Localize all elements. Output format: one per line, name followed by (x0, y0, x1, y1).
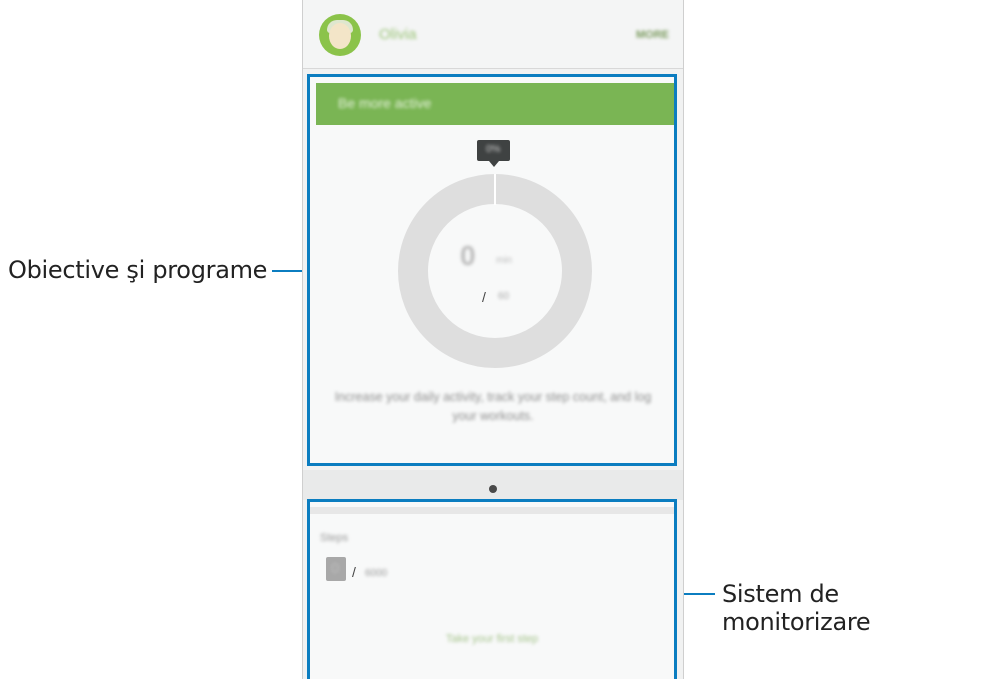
page-indicator (303, 470, 683, 500)
callout-goals-programs: Obiective şi programe (8, 256, 268, 284)
profile-header[interactable]: Olivia MORE (303, 0, 683, 69)
steps-label: Steps (320, 532, 349, 544)
activity-value: 0 (460, 240, 476, 271)
progress-percent: 0% (486, 144, 501, 155)
avatar[interactable] (319, 14, 361, 56)
steps-value-box: 0 (326, 557, 346, 581)
steps-goal: 6000 (365, 568, 388, 579)
profile-name[interactable]: Olivia (379, 26, 417, 43)
steps-slash: / (352, 564, 356, 580)
steps-value: 0 (331, 560, 340, 577)
goal-description: Increase your daily activity, track your… (334, 390, 652, 423)
activity-unit: min (496, 255, 513, 266)
goal-title: Be more active (338, 95, 432, 111)
page-dot-active[interactable] (489, 485, 497, 493)
activity-slash: / (482, 289, 486, 305)
callout-tracker: Sistem de monitorizare (722, 580, 871, 636)
progress-percent-bubble: 0% (477, 140, 510, 167)
goal-title-bar: Be more active (316, 83, 674, 125)
card-top-strip (310, 507, 674, 514)
more-button[interactable]: MORE (636, 29, 669, 41)
phone-screen: Olivia MORE Be more active 0% 0 min / 60… (302, 0, 684, 679)
progress-ring (398, 174, 592, 368)
progress-ring-track (398, 174, 592, 368)
take-first-step-link[interactable]: Take your first step (310, 633, 674, 645)
avatar-face (329, 23, 351, 49)
goal-program-card[interactable]: Be more active 0% 0 min / 60 Increase yo… (307, 74, 677, 466)
activity-goal: 60 (498, 291, 510, 302)
steps-tracker-card[interactable]: Steps 0 / 6000 Take your first step (307, 499, 677, 679)
